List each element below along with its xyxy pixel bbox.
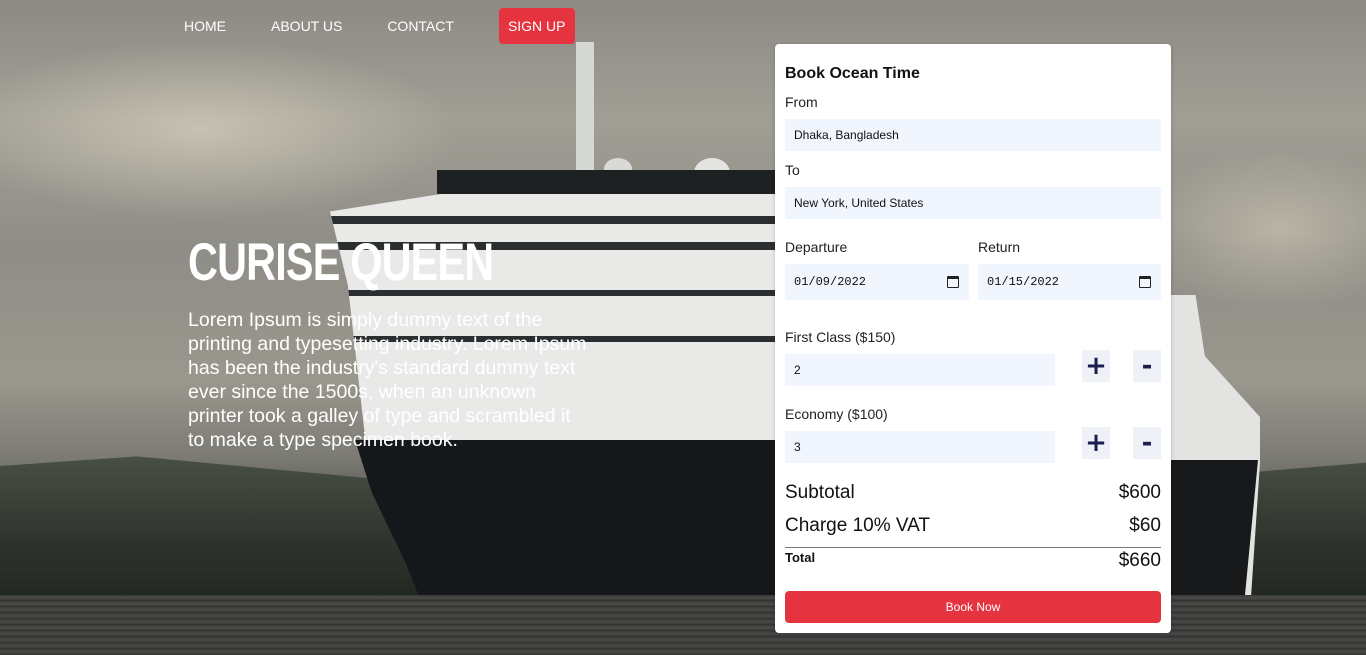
from-input-value: Dhaka, Bangladesh bbox=[794, 128, 899, 142]
economy-increment-button[interactable]: + bbox=[1082, 427, 1110, 459]
nav-about-link[interactable]: ABOUT US bbox=[271, 18, 342, 34]
departure-date-value: 01/09/2022 bbox=[794, 275, 867, 289]
calendar-icon[interactable] bbox=[1139, 276, 1151, 288]
departure-date-input[interactable]: 01/09/2022 bbox=[785, 264, 969, 300]
return-date-value: 01/15/2022 bbox=[987, 275, 1060, 289]
first-class-decrement-button[interactable]: - bbox=[1133, 350, 1161, 382]
vat-label: Charge 10% VAT bbox=[785, 515, 931, 536]
first-class-quantity-value: 2 bbox=[794, 363, 801, 377]
total-row: Total $660 bbox=[785, 550, 1161, 572]
vat-value: $60 bbox=[1129, 515, 1161, 536]
nav-home-link[interactable]: HOME bbox=[184, 18, 226, 34]
calendar-icon[interactable] bbox=[947, 276, 959, 288]
hero-title: CURISE QUEEN bbox=[188, 233, 494, 292]
return-label: Return bbox=[978, 239, 1021, 255]
hero-description: Lorem Ipsum is simply dummy text of the … bbox=[188, 309, 587, 451]
to-input-value: New York, United States bbox=[794, 196, 924, 210]
return-date-input[interactable]: 01/15/2022 bbox=[978, 264, 1161, 300]
booking-title: Book Ocean Time bbox=[785, 65, 920, 82]
nav-contact-link[interactable]: CONTACT bbox=[387, 18, 454, 34]
total-value: $660 bbox=[1118, 550, 1161, 571]
to-input[interactable]: New York, United States bbox=[785, 187, 1161, 219]
total-divider bbox=[785, 547, 1161, 548]
first-class-label: First Class ($150) bbox=[785, 329, 896, 345]
signup-button[interactable]: SIGN UP bbox=[498, 8, 575, 44]
subtotal-row: Subtotal $600 bbox=[785, 482, 1161, 504]
subtotal-label: Subtotal bbox=[785, 482, 855, 503]
economy-label: Economy ($100) bbox=[785, 406, 888, 422]
from-label: From bbox=[785, 94, 818, 110]
economy-quantity-value: 3 bbox=[794, 440, 801, 454]
from-input[interactable]: Dhaka, Bangladesh bbox=[785, 119, 1161, 151]
to-label: To bbox=[785, 162, 800, 178]
top-nav: HOME ABOUT US CONTACT SIGN UP bbox=[184, 8, 575, 44]
subtotal-value: $600 bbox=[1118, 482, 1161, 503]
first-class-quantity-input[interactable]: 2 bbox=[785, 354, 1055, 386]
economy-quantity-input[interactable]: 3 bbox=[785, 431, 1055, 463]
vat-row: Charge 10% VAT $60 bbox=[785, 515, 1161, 537]
departure-label: Departure bbox=[785, 239, 848, 255]
total-label: Total bbox=[785, 550, 816, 565]
first-class-increment-button[interactable]: + bbox=[1082, 350, 1110, 382]
booking-card: Book Ocean Time From Dhaka, Bangladesh T… bbox=[775, 44, 1171, 633]
book-now-button[interactable]: Book Now bbox=[785, 591, 1161, 623]
economy-decrement-button[interactable]: - bbox=[1133, 427, 1161, 459]
